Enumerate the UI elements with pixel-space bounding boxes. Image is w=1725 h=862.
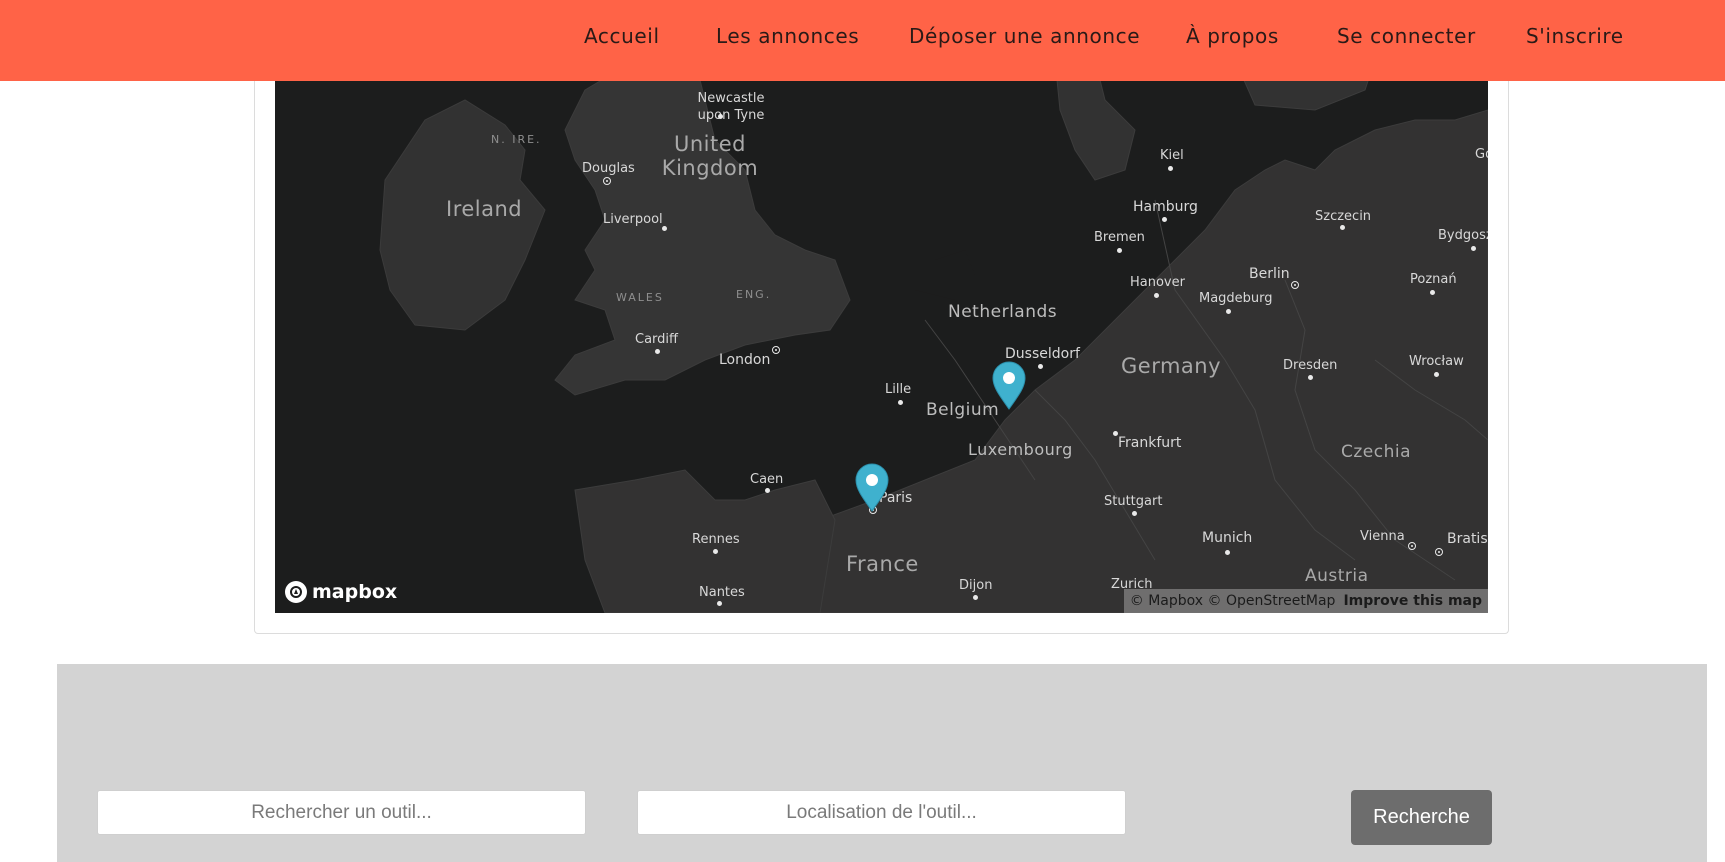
label-dijon: Dijon xyxy=(959,578,993,593)
label-gdansk: Gdańsk xyxy=(1475,147,1488,162)
label-szczecin: Szczecin xyxy=(1315,209,1372,224)
city-dot xyxy=(1113,431,1118,436)
capital-dot xyxy=(1408,542,1416,550)
label-douglas: Douglas xyxy=(582,161,635,176)
city-dot xyxy=(1162,217,1167,222)
capital-dot xyxy=(1291,281,1299,289)
capital-dot xyxy=(772,346,780,354)
city-dot xyxy=(1471,246,1476,251)
label-france: France xyxy=(846,552,919,576)
label-rennes: Rennes xyxy=(692,532,740,547)
city-dot xyxy=(1226,309,1231,314)
city-dot xyxy=(973,595,978,600)
label-bratislava: Bratislava xyxy=(1447,531,1488,547)
location-search-input[interactable] xyxy=(637,790,1126,835)
label-netherlands: Netherlands xyxy=(948,302,1058,322)
label-london: London xyxy=(719,352,771,368)
label-magdeburg: Magdeburg xyxy=(1199,291,1273,306)
city-dot xyxy=(717,601,722,606)
label-czechia: Czechia xyxy=(1341,442,1412,462)
city-dot xyxy=(765,488,770,493)
label-dusseldorf: Dusseldorf xyxy=(1005,346,1080,362)
label-germany: Germany xyxy=(1121,354,1222,378)
label-newcastle: Newcastle upon Tyne xyxy=(697,91,765,123)
city-dot xyxy=(1225,550,1230,555)
nav-menu: Accueil Les annonces Déposer une annonce… xyxy=(0,0,1725,81)
mapbox-wordmark: mapbox xyxy=(312,581,398,603)
attribution-text[interactable]: © Mapbox © OpenStreetMap xyxy=(1130,593,1336,609)
map-land-layer xyxy=(379,60,1488,613)
label-hamburg: Hamburg xyxy=(1133,199,1198,215)
top-navbar: Accueil Les annonces Déposer une annonce… xyxy=(0,0,1725,81)
city-dot xyxy=(1154,293,1159,298)
label-vienna: Vienna xyxy=(1360,529,1405,544)
map-marker-paris[interactable] xyxy=(854,463,890,513)
city-dot xyxy=(1132,511,1137,516)
label-berlin: Berlin xyxy=(1249,266,1290,282)
label-nantes: Nantes xyxy=(699,585,745,600)
capital-dot xyxy=(603,177,611,185)
nav-link-s-inscrire[interactable]: S'inscrire xyxy=(1526,24,1624,48)
city-dot xyxy=(1340,225,1345,230)
city-dot xyxy=(1434,372,1439,377)
label-lille: Lille xyxy=(885,382,912,397)
capital-dot xyxy=(1435,548,1443,556)
nav-link-a-propos[interactable]: À propos xyxy=(1186,24,1279,48)
city-dot xyxy=(718,114,723,119)
label-stuttgart: Stuttgart xyxy=(1104,494,1163,509)
label-bremen: Bremen xyxy=(1094,230,1145,245)
city-dot xyxy=(898,400,903,405)
city-dot xyxy=(1038,364,1043,369)
tool-search-input[interactable] xyxy=(97,790,586,835)
label-poznan: Poznań xyxy=(1410,272,1457,287)
city-dot xyxy=(1117,248,1122,253)
label-caen: Caen xyxy=(750,472,784,487)
label-ireland: Ireland xyxy=(446,197,523,221)
city-dot xyxy=(662,226,667,231)
nav-link-annonces[interactable]: Les annonces xyxy=(716,24,859,48)
label-wroclaw: Wrocław xyxy=(1409,354,1464,369)
city-dot xyxy=(1308,375,1313,380)
city-dot xyxy=(1430,290,1435,295)
nav-link-se-connecter[interactable]: Se connecter xyxy=(1337,24,1476,48)
city-dot xyxy=(1168,166,1173,171)
label-united-kingdom: United Kingdom xyxy=(661,132,759,180)
mapbox-logo[interactable]: mapbox xyxy=(285,579,397,605)
nav-link-accueil[interactable]: Accueil xyxy=(584,24,660,48)
city-dot xyxy=(655,349,660,354)
label-n-ire: N. IRE. xyxy=(491,133,542,146)
label-luxembourg: Luxembourg xyxy=(968,440,1073,459)
label-munich: Munich xyxy=(1202,530,1253,546)
label-bydgoszcz: Bydgoszcz xyxy=(1438,228,1488,243)
improve-map-link[interactable]: Improve this map xyxy=(1343,593,1482,609)
map-attribution: © Mapbox © OpenStreetMap Improve this ma… xyxy=(1123,589,1488,613)
mapbox-icon xyxy=(285,581,307,603)
city-dot xyxy=(713,549,718,554)
label-belgium: Belgium xyxy=(926,400,1000,420)
label-kiel: Kiel xyxy=(1160,148,1184,163)
label-dresden: Dresden xyxy=(1283,358,1338,373)
label-hanover: Hanover xyxy=(1130,275,1185,290)
map-canvas[interactable]: Ireland United Kingdom Netherlands Belgi… xyxy=(275,60,1488,613)
map-marker-belgium[interactable] xyxy=(991,361,1027,411)
nav-link-deposer-annonce[interactable]: Déposer une annonce xyxy=(909,24,1140,48)
label-eng: ENG. xyxy=(736,288,772,301)
label-cardiff: Cardiff xyxy=(635,332,678,347)
label-austria: Austria xyxy=(1305,566,1369,586)
label-wales: WALES xyxy=(616,291,664,304)
search-button[interactable]: Recherche xyxy=(1351,790,1492,845)
label-frankfurt: Frankfurt xyxy=(1118,435,1182,451)
label-liverpool: Liverpool xyxy=(603,212,663,227)
